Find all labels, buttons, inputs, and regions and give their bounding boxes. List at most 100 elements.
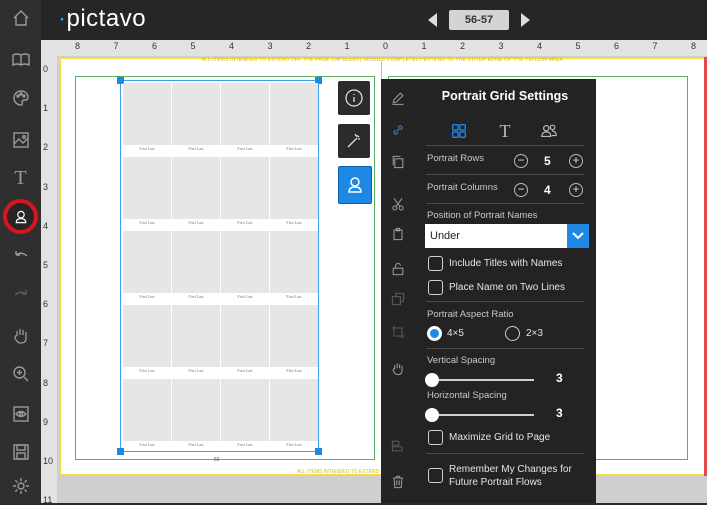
portrait-cell[interactable]: First Last	[270, 305, 318, 378]
info-button[interactable]	[338, 81, 370, 115]
two-lines-checkbox[interactable]	[428, 280, 443, 295]
copy-icon[interactable]	[381, 147, 414, 177]
unlock-icon[interactable]	[381, 254, 414, 284]
page-indicator[interactable]: 56-57	[449, 10, 509, 30]
portrait-cell[interactable]: First Last	[221, 305, 269, 378]
columns-decrease-button[interactable]: −	[514, 183, 528, 197]
link-icon[interactable]	[381, 115, 414, 145]
portrait-placeholder	[172, 157, 220, 219]
portrait-cell[interactable]: First Last	[172, 157, 220, 230]
cut-icon[interactable]	[381, 189, 414, 219]
portrait-cell[interactable]: First Last	[270, 157, 318, 230]
portrait-placeholder	[270, 379, 318, 441]
preview-icon[interactable]	[0, 396, 41, 432]
aspect-ratio-label: Portrait Aspect Ratio	[427, 309, 514, 320]
maximize-grid-checkbox[interactable]	[428, 430, 443, 445]
include-titles-label: Include Titles with Names	[449, 258, 563, 269]
left-toolbar: T	[0, 0, 42, 503]
portrait-cell[interactable]: First Last	[172, 379, 220, 452]
palette-icon[interactable]	[0, 80, 41, 116]
portrait-cell[interactable]: First Last	[123, 157, 171, 230]
portrait-tool-highlighted[interactable]	[3, 199, 38, 234]
text-icon[interactable]: T	[0, 160, 41, 196]
settings-icon[interactable]	[0, 468, 41, 504]
portrait-cell[interactable]: First Last	[172, 231, 220, 304]
portrait-name-label: First Last	[188, 442, 204, 447]
portrait-cell[interactable]: First Last	[270, 83, 318, 156]
portrait-placeholder	[270, 157, 318, 219]
undo-icon[interactable]	[0, 240, 41, 276]
portrait-name-label: First Last	[237, 146, 253, 151]
portrait-cell[interactable]: First Last	[270, 379, 318, 452]
portrait-cell[interactable]: First Last	[172, 83, 220, 156]
ruler-left-label: 6	[43, 299, 49, 310]
portrait-cell[interactable]: First Last	[221, 83, 269, 156]
portrait-cell[interactable]: First Last	[123, 231, 171, 304]
redo-icon[interactable]	[0, 279, 41, 315]
save-icon[interactable]	[0, 434, 41, 470]
portrait-name-label: First Last	[286, 368, 302, 373]
ruler-left-label: 7	[43, 338, 49, 349]
pan-hand-icon[interactable]	[381, 354, 414, 384]
ruler-top-label: 6	[614, 41, 620, 51]
name-position-select[interactable]: Under	[425, 224, 567, 248]
portrait-cell[interactable]: First Last	[123, 83, 171, 156]
ruler-top-label: 4	[537, 41, 543, 51]
paste-icon[interactable]	[381, 219, 414, 249]
zoom-icon[interactable]	[0, 356, 41, 392]
crop-icon[interactable]	[381, 317, 414, 347]
separator	[426, 174, 584, 175]
vertical-spacing-track[interactable]	[432, 379, 534, 381]
ruler-top-label: 7	[652, 41, 658, 51]
portrait-placeholder	[172, 379, 220, 441]
ruler-top-label: 8	[691, 41, 697, 51]
portrait-grid-button[interactable]	[338, 166, 372, 204]
portrait-grid[interactable]: First Last First Last First Last First Last…	[117, 77, 322, 455]
arrange-icon[interactable]	[381, 284, 414, 314]
ruler-left-label: 8	[43, 377, 49, 388]
previous-page-icon[interactable]	[428, 13, 437, 27]
grid-layout-tab-icon[interactable]	[446, 121, 472, 141]
include-titles-checkbox[interactable]	[428, 256, 443, 271]
portrait-cell[interactable]: First Last	[123, 379, 171, 452]
rows-increase-button[interactable]: +	[569, 154, 583, 168]
edit-pencil-icon[interactable]	[381, 83, 414, 113]
ruler-left-label: 10	[43, 456, 54, 466]
columns-increase-button[interactable]: +	[569, 183, 583, 197]
portrait-name-label: First Last	[139, 220, 155, 225]
logo-text: pictavo	[66, 5, 147, 32]
name-position-label: Position of Portrait Names	[427, 210, 538, 221]
portrait-cell[interactable]: First Last	[123, 305, 171, 378]
remember-changes-checkbox[interactable]	[428, 468, 443, 483]
next-page-icon[interactable]	[521, 13, 530, 27]
vertical-spacing-slider-knob[interactable]	[425, 373, 439, 387]
horizontal-spacing-label: Horizontal Spacing	[427, 390, 507, 401]
separator	[426, 145, 584, 146]
portrait-cell[interactable]: First Last	[221, 231, 269, 304]
two-lines-label: Place Name on Two Lines	[449, 282, 565, 293]
people-tab-icon[interactable]	[536, 121, 562, 141]
aspect-2x3-radio[interactable]	[505, 326, 520, 341]
portrait-name-label: First Last	[286, 220, 302, 225]
rows-decrease-button[interactable]: −	[514, 154, 528, 168]
book-icon[interactable]	[0, 42, 41, 78]
text-tab-icon[interactable]: T	[492, 121, 518, 141]
portrait-placeholder	[172, 83, 220, 145]
name-position-dropdown-button[interactable]	[567, 224, 589, 248]
aspect-4x5-radio[interactable]	[427, 326, 442, 341]
portrait-cell[interactable]: First Last	[172, 305, 220, 378]
hand-icon[interactable]	[0, 318, 41, 354]
image-icon[interactable]	[0, 122, 41, 158]
horizontal-spacing-slider-knob[interactable]	[425, 408, 439, 422]
horizontal-spacing-track[interactable]	[432, 414, 534, 416]
portrait-cell[interactable]: First Last	[221, 157, 269, 230]
portrait-cell[interactable]: First Last	[221, 379, 269, 452]
portrait-name-label: First Last	[188, 294, 204, 299]
trash-icon[interactable]	[381, 467, 414, 497]
pictavo-logo: ·pictavo	[58, 5, 146, 33]
align-icon[interactable]	[381, 431, 414, 461]
home-icon[interactable]	[0, 0, 41, 36]
portrait-rows-label: Portrait Rows	[427, 153, 485, 164]
magic-wand-button[interactable]	[338, 124, 370, 158]
portrait-cell[interactable]: First Last	[270, 231, 318, 304]
